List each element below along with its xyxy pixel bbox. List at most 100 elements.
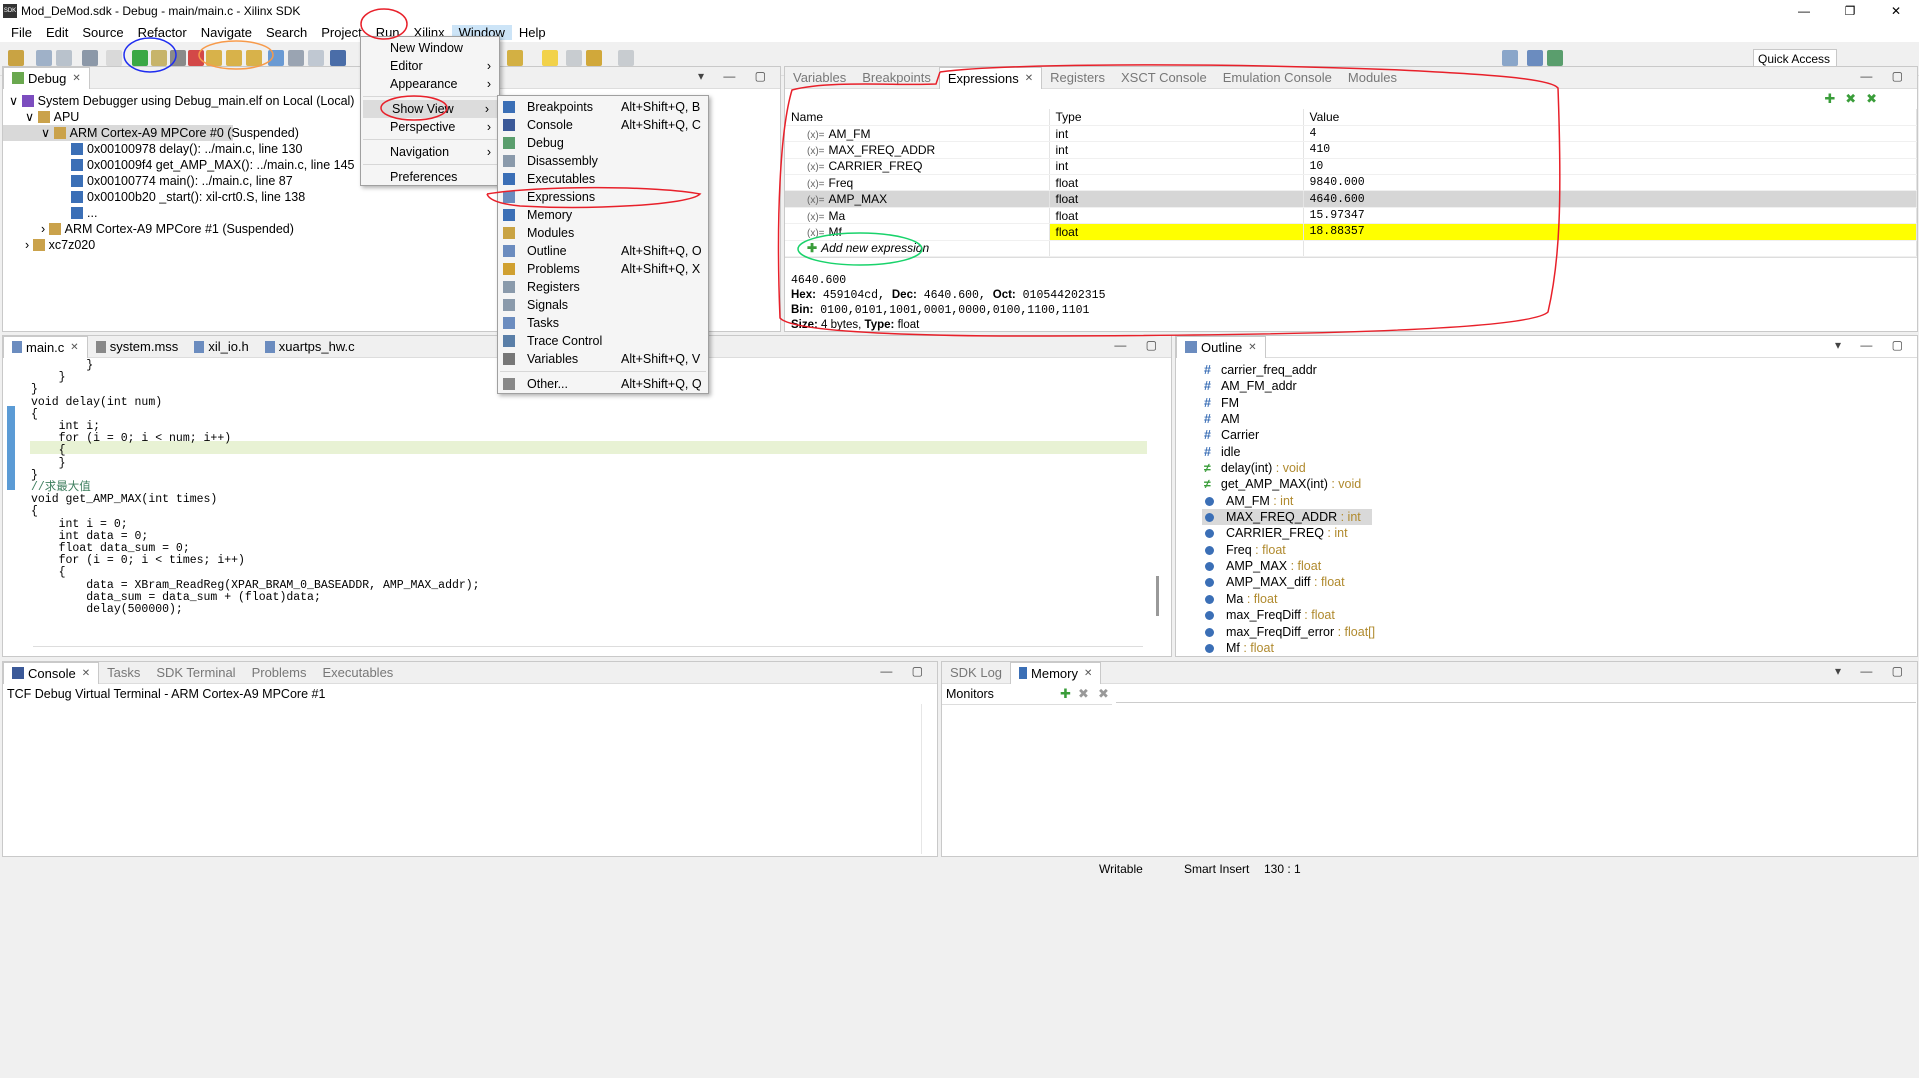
- outline-item[interactable]: MAX_FREQ_ADDR : int: [1202, 509, 1372, 526]
- outline-item[interactable]: ≠ get_AMP_MAX(int) : void: [1202, 476, 1917, 492]
- menu-item-executables[interactable]: Executables: [498, 170, 708, 188]
- view-menu-icons[interactable]: — ▢: [880, 664, 931, 678]
- outline-item[interactable]: max_FreqDiff_error : float[]: [1202, 624, 1917, 640]
- close-icon[interactable]: ✕: [1084, 668, 1092, 679]
- tab-xuartps-hw-c[interactable]: xuartps_hw.c: [257, 336, 363, 358]
- tab-problems[interactable]: Problems: [244, 662, 315, 684]
- tab-executables[interactable]: Executables: [314, 662, 401, 684]
- menu-edit[interactable]: Edit: [39, 25, 75, 40]
- tab-sdk-terminal[interactable]: SDK Terminal: [148, 662, 243, 684]
- outline-item[interactable]: # AM: [1202, 411, 1917, 427]
- outline-item[interactable]: # carrier_freq_addr: [1202, 362, 1917, 378]
- debug-perspective-icon[interactable]: [1547, 50, 1563, 66]
- outline-item[interactable]: ≠ delay(int) : void: [1202, 460, 1917, 476]
- menu-item-other[interactable]: Other... Alt+Shift+Q, Q: [498, 375, 708, 393]
- menu-search[interactable]: Search: [259, 25, 314, 40]
- tab-tasks[interactable]: Tasks: [99, 662, 148, 684]
- code-text[interactable]: } }} void delay(int num){ int i; for (i =…: [31, 359, 480, 616]
- menu-item-console[interactable]: Console Alt+Shift+Q, C: [498, 116, 708, 134]
- outline-item[interactable]: max_FreqDiff : float: [1202, 607, 1917, 623]
- save-icon[interactable]: [36, 50, 52, 66]
- close-icon[interactable]: ✕: [1025, 73, 1033, 84]
- tab-memory[interactable]: Memory ✕: [1010, 661, 1102, 684]
- step-over-icon[interactable]: [226, 50, 242, 66]
- outline-item[interactable]: AMP_MAX_diff : float: [1202, 574, 1917, 590]
- menu-file[interactable]: File: [4, 25, 39, 40]
- tab-xil-io-h[interactable]: xil_io.h: [186, 336, 256, 358]
- menu-item-preferences[interactable]: Preferences: [361, 168, 499, 186]
- tab-console[interactable]: Console ✕: [3, 661, 100, 684]
- outline-item[interactable]: AMP_MAX : float: [1202, 558, 1917, 574]
- menu-source[interactable]: Source: [75, 25, 130, 40]
- menu-item-signals[interactable]: Signals: [498, 296, 708, 314]
- table-row[interactable]: (x)= CARRIER_FREQ int 10: [785, 158, 1917, 176]
- step-into-icon[interactable]: [206, 50, 222, 66]
- menu-navigate[interactable]: Navigate: [194, 25, 259, 40]
- toggle-mark-icon[interactable]: [542, 50, 558, 66]
- horizontal-scrollbar[interactable]: [33, 646, 1143, 654]
- tab-sdk-log[interactable]: SDK Log: [942, 662, 1010, 684]
- table-row[interactable]: (x)= MAX_FREQ_ADDR int 410: [785, 141, 1917, 159]
- table-row[interactable]: (x)= Freq float 9840.000: [785, 174, 1917, 192]
- column-header-type[interactable]: Type: [1049, 109, 1304, 126]
- table-row[interactable]: (x)= Mf float 18.88357: [785, 223, 1917, 241]
- tab-main-c[interactable]: main.c ✕: [3, 335, 88, 358]
- console-toolbar-icon[interactable]: [330, 50, 346, 66]
- menu-item-memory[interactable]: Memory: [498, 206, 708, 224]
- column-header-value[interactable]: Value: [1303, 109, 1917, 126]
- menu-help[interactable]: Help: [512, 25, 553, 40]
- view-menu-icons[interactable]: ▾ — ▢: [1835, 664, 1911, 678]
- close-icon[interactable]: ✕: [72, 73, 80, 84]
- column-header-name[interactable]: Name: [785, 109, 1050, 126]
- outline-item[interactable]: CARRIER_FREQ : int: [1202, 525, 1917, 541]
- last-edit-icon[interactable]: [566, 50, 582, 66]
- outline-item[interactable]: # FM: [1202, 395, 1917, 411]
- maximize-icon[interactable]: ❐: [1827, 0, 1873, 22]
- menu-item-appearance[interactable]: Appearance ›: [361, 75, 499, 93]
- menu-item-debug[interactable]: Debug: [498, 134, 708, 152]
- close-icon[interactable]: ✕: [82, 668, 90, 679]
- menu-item-new-window[interactable]: New Window: [361, 39, 499, 57]
- tab-expressions[interactable]: Expressions ✕: [938, 66, 1043, 89]
- outline-item[interactable]: # Carrier: [1202, 427, 1917, 443]
- remove-monitor-icon[interactable]: ✖: [1078, 686, 1089, 702]
- forward-icon[interactable]: [618, 50, 634, 66]
- menu-item-problems[interactable]: Problems Alt+Shift+Q, X: [498, 260, 708, 278]
- step-return-icon[interactable]: [246, 50, 262, 66]
- open-perspective-icon[interactable]: [1502, 50, 1518, 66]
- minimize-icon[interactable]: —: [1781, 0, 1827, 22]
- skip-breakpoints-icon[interactable]: [106, 50, 122, 66]
- debug-core0[interactable]: ∨ ARM Cortex-A9 MPCore #0 (Suspended): [3, 125, 299, 141]
- vertical-scrollbar[interactable]: [1156, 576, 1159, 616]
- menu-refactor[interactable]: Refactor: [131, 25, 194, 40]
- menu-item-editor[interactable]: Editor ›: [361, 57, 499, 75]
- tab-xsct-console[interactable]: XSCT Console: [1113, 67, 1215, 89]
- add-remove-expression-icons[interactable]: ✚✖✖: [1824, 91, 1887, 107]
- tab-modules[interactable]: Modules: [1340, 67, 1405, 89]
- new-icon[interactable]: [8, 50, 24, 66]
- tab-breakpoints[interactable]: Breakpoints: [854, 67, 939, 89]
- tab-debug[interactable]: Debug ✕: [3, 66, 90, 89]
- add-monitor-icon[interactable]: ✚: [1060, 686, 1071, 702]
- outline-item[interactable]: Mf : float: [1202, 640, 1917, 656]
- disconnect-icon[interactable]: [188, 50, 204, 66]
- outline-item[interactable]: Ma : float: [1202, 591, 1917, 607]
- view-menu-icons[interactable]: — ▢: [1860, 69, 1911, 83]
- back-icon[interactable]: [586, 50, 602, 66]
- close-icon[interactable]: ✕: [70, 342, 78, 353]
- c-cpp-perspective-icon[interactable]: [1527, 50, 1543, 66]
- tab-registers[interactable]: Registers: [1042, 67, 1113, 89]
- menu-item-outline[interactable]: Outline Alt+Shift+Q, O: [498, 242, 708, 260]
- view-menu-icons[interactable]: ▾ — ▢: [1835, 338, 1911, 352]
- close-icon[interactable]: ✕: [1248, 342, 1256, 353]
- add-expression-row[interactable]: ✚ Add new expression: [785, 240, 1917, 258]
- menu-item-registers[interactable]: Registers: [498, 278, 708, 296]
- menu-item-disassembly[interactable]: Disassembly: [498, 152, 708, 170]
- outline-item[interactable]: # idle: [1202, 444, 1917, 460]
- pin-icon[interactable]: [507, 50, 523, 66]
- suspend-icon[interactable]: [151, 50, 167, 66]
- menu-item-trace-control[interactable]: Trace Control: [498, 332, 708, 350]
- save-all-icon[interactable]: [56, 50, 72, 66]
- view-menu-icons[interactable]: ▾ — ▢: [698, 69, 774, 83]
- close-icon[interactable]: ✕: [1873, 0, 1919, 22]
